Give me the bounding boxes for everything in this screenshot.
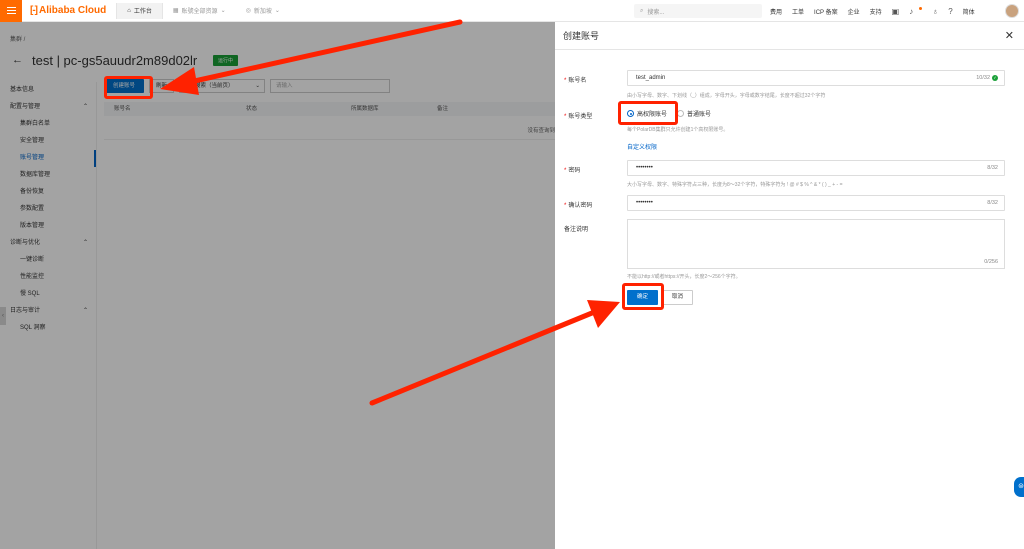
lightbulb-icon[interactable]: ♁ (932, 7, 938, 16)
confirm-password-label: * 确认密码 (564, 203, 593, 209)
global-search-placeholder: 搜索... (647, 9, 665, 16)
custom-permission-link[interactable]: 自定义权限 (627, 142, 657, 151)
resource-icon: ▦ (172, 8, 179, 14)
account-type-hint: 每个PolarDB集群只允许创建1个高权限账号。 (627, 127, 729, 133)
logo-mark-icon: [-] (30, 5, 38, 16)
language-selector[interactable]: 简体 (963, 7, 975, 16)
help-icon[interactable]: ? (948, 7, 952, 16)
workbench-nav[interactable]: ⌂ 工作台 (116, 2, 163, 19)
alibaba-cloud-logo[interactable]: [-] Alibaba Cloud (30, 5, 106, 16)
account-type-label: * 账号类型 (564, 114, 593, 120)
floating-help-button[interactable]: ⊜ (1014, 477, 1024, 497)
highlight-privileged-radio (618, 101, 678, 125)
top-nav: ⌂ 工作台 ▦ 账號全部资源 ⌄ ◎ 新加坡 ⌄ (116, 0, 290, 22)
resource-group-label: 账號全部资源 (181, 9, 218, 15)
region-label: 新加坡 (253, 9, 272, 15)
account-name-counter: 10/32 ✓ (976, 75, 998, 81)
drawer-title: 创建账号 (563, 31, 600, 41)
remark-textarea[interactable]: 0/256 (627, 219, 1005, 269)
password-field[interactable]: •••••••• 8/32 (627, 160, 1005, 176)
region-selector[interactable]: ◎ 新加坡 ⌄ (236, 0, 290, 22)
link-support[interactable]: 支持 (870, 7, 882, 16)
home-icon: ⌂ (127, 7, 131, 14)
logo-text: Alibaba Cloud (39, 5, 107, 16)
remark-hint: 不能以http://或者https://开头，长度2～256个字符。 (627, 274, 741, 280)
account-name-hint: 由小写字母、数字、下划线（_）组成，字母开头，字母或数字结尾，长度不超过32个字… (627, 93, 826, 99)
close-icon[interactable]: ✕ (1005, 29, 1014, 42)
highlight-create-account (104, 76, 153, 99)
check-icon: ✓ (992, 75, 998, 81)
chevron-down-icon: ⌄ (274, 8, 280, 14)
radio-standard-label: 普通账号 (687, 112, 712, 118)
password-counter: 8/32 (987, 165, 998, 171)
remark-counter: 0/256 (984, 259, 998, 265)
chevron-down-icon: ⌄ (220, 8, 226, 14)
terminal-icon[interactable]: ▣ (892, 7, 900, 16)
radio-unchecked-icon (677, 110, 685, 117)
link-tickets[interactable]: 工单 (792, 7, 804, 16)
confirm-password-counter: 8/32 (987, 200, 998, 206)
search-icon: ⌕ (640, 7, 644, 14)
globe-icon: ◎ (245, 8, 251, 14)
account-name-value: test_admin (636, 75, 666, 81)
link-icp[interactable]: ICP 备案 (814, 7, 838, 16)
workbench-label: 工作台 (133, 9, 152, 15)
account-name-field[interactable]: test_admin 10/32 ✓ (627, 70, 1005, 86)
modal-overlay[interactable] (0, 22, 555, 549)
password-label: * 密码 (564, 168, 581, 174)
remark-label: 备注说明 (564, 227, 589, 233)
account-name-label: * 账号名 (564, 78, 587, 84)
avatar[interactable] (1005, 4, 1019, 18)
radio-standard-account[interactable]: 普通账号 (677, 109, 711, 118)
menu-icon[interactable] (0, 0, 22, 22)
bell-icon[interactable]: ♪ (909, 7, 913, 16)
confirm-password-field[interactable]: •••••••• 8/32 (627, 195, 1005, 211)
link-enterprise[interactable]: 企业 (848, 7, 860, 16)
notification-badge (919, 6, 923, 10)
drawer-header: 创建账号 ✕ (555, 22, 1024, 50)
highlight-confirm-button (622, 283, 664, 310)
link-billing[interactable]: 费用 (770, 7, 782, 16)
top-navigation-bar: [-] Alibaba Cloud ⌂ 工作台 ▦ 账號全部资源 ⌄ ◎ 新加坡… (0, 0, 1024, 22)
resource-group-selector[interactable]: ▦ 账號全部资源 ⌄ (163, 0, 236, 22)
top-right-links: 费用 工单 ICP 备案 企业 支持 ▣ ♪ ♁ ? 简体 (770, 0, 975, 22)
cancel-button[interactable]: 取消 (662, 290, 694, 305)
confirm-password-value: •••••••• (636, 200, 653, 206)
password-value: •••••••• (636, 165, 653, 171)
global-search-input[interactable]: ⌕ 搜索... (634, 4, 762, 18)
password-hint: 大小写字母、数字、特殊字符占三种，长度为8～32个字符，特殊字符为 ! @ # … (627, 182, 843, 188)
